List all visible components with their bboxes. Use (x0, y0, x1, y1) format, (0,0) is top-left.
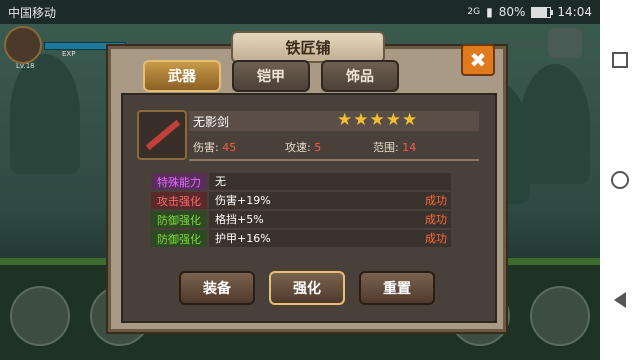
tab-armor[interactable]: 铠甲 (232, 60, 310, 92)
attribute-label: 特殊能力 (151, 173, 207, 190)
star-icon: ★ (402, 110, 418, 130)
stat-speed: 攻速: 5 (285, 139, 321, 155)
battery-percent: 80% (498, 5, 526, 19)
network-indicator: 2G (467, 7, 481, 17)
stat-range-value: 14 (402, 141, 417, 154)
divider (189, 159, 479, 161)
pause-button[interactable] (548, 28, 582, 58)
stat-range-label: 范围: (373, 141, 399, 154)
attribute-result: 成功 (425, 232, 447, 245)
attribute-value: 格挡+5% (215, 213, 264, 226)
star-icon: ★ (353, 110, 369, 130)
tab-weapon[interactable]: 武器 (143, 60, 221, 92)
star-icon: ★ (385, 110, 401, 130)
star-icon: ★ (369, 110, 385, 130)
clock: 14:04 (557, 5, 592, 19)
stat-damage-label: 伤害: (193, 141, 219, 154)
stat-damage: 伤害: 45 (193, 139, 236, 155)
attack-button[interactable] (530, 286, 590, 346)
attribute-value: 护甲+16% (215, 232, 271, 245)
signal-icon: ▮ (486, 5, 493, 19)
exp-label: EXP (62, 50, 76, 58)
reset-button[interactable]: 重置 (359, 271, 435, 305)
back-icon[interactable] (614, 292, 626, 309)
close-button[interactable]: ✖ (461, 44, 495, 76)
attribute-label: 攻击强化 (151, 192, 207, 209)
item-name: 无影剑 (193, 115, 230, 129)
blacksmith-dialog: 铁匠铺 ✖ 武器 铠甲 饰品 无影剑 ★ ★ ★ ★ ★ 伤害: 45 攻速: … (108, 31, 506, 332)
home-icon[interactable] (611, 170, 629, 189)
attribute-row-bg (209, 173, 451, 190)
attribute-result: 成功 (425, 194, 447, 207)
stat-speed-value: 5 (314, 141, 322, 154)
status-bar: 中国移动 2G ▮ 80% 14:04 (0, 0, 600, 24)
battery-icon (531, 6, 554, 18)
tab-accessory[interactable]: 饰品 (321, 60, 399, 92)
attribute-row: 防御强化 护甲+16% 成功 (151, 230, 451, 247)
tree-decoration (10, 54, 80, 174)
enhance-button[interactable]: 强化 (269, 271, 345, 305)
carrier-name: 中国移动 (8, 5, 57, 20)
stat-range: 范围: 14 (373, 139, 416, 155)
joystick-left[interactable] (10, 286, 70, 346)
player-level: Lv.18 (16, 62, 35, 70)
attribute-row: 特殊能力 无 (151, 173, 451, 190)
recent-apps-icon[interactable] (612, 51, 628, 68)
attribute-label: 防御强化 (151, 211, 207, 228)
status-right: 2G ▮ 80% 14:04 (467, 5, 592, 19)
attribute-label: 防御强化 (151, 230, 207, 247)
player-avatar[interactable] (4, 26, 42, 64)
attribute-result: 成功 (425, 213, 447, 226)
attribute-value: 无 (215, 175, 226, 188)
attribute-row: 攻击强化 伤害+19% 成功 (151, 192, 451, 209)
star-rating: ★ ★ ★ ★ ★ (337, 112, 417, 129)
attribute-row: 防御强化 格挡+5% 成功 (151, 211, 451, 228)
dialog-title: 铁匠铺 (231, 31, 385, 63)
item-panel: 无影剑 ★ ★ ★ ★ ★ 伤害: 45 攻速: 5 范围: 14 特殊能力 无… (121, 93, 497, 323)
tree-decoration (520, 64, 590, 184)
equip-button[interactable]: 装备 (179, 271, 255, 305)
stat-damage-value: 45 (222, 141, 237, 154)
star-icon: ★ (337, 110, 353, 130)
item-name-bar (189, 111, 479, 131)
sword-icon[interactable] (137, 110, 187, 160)
attribute-value: 伤害+19% (215, 194, 271, 207)
android-nav-bar (600, 0, 640, 360)
stat-speed-label: 攻速: (285, 141, 311, 154)
